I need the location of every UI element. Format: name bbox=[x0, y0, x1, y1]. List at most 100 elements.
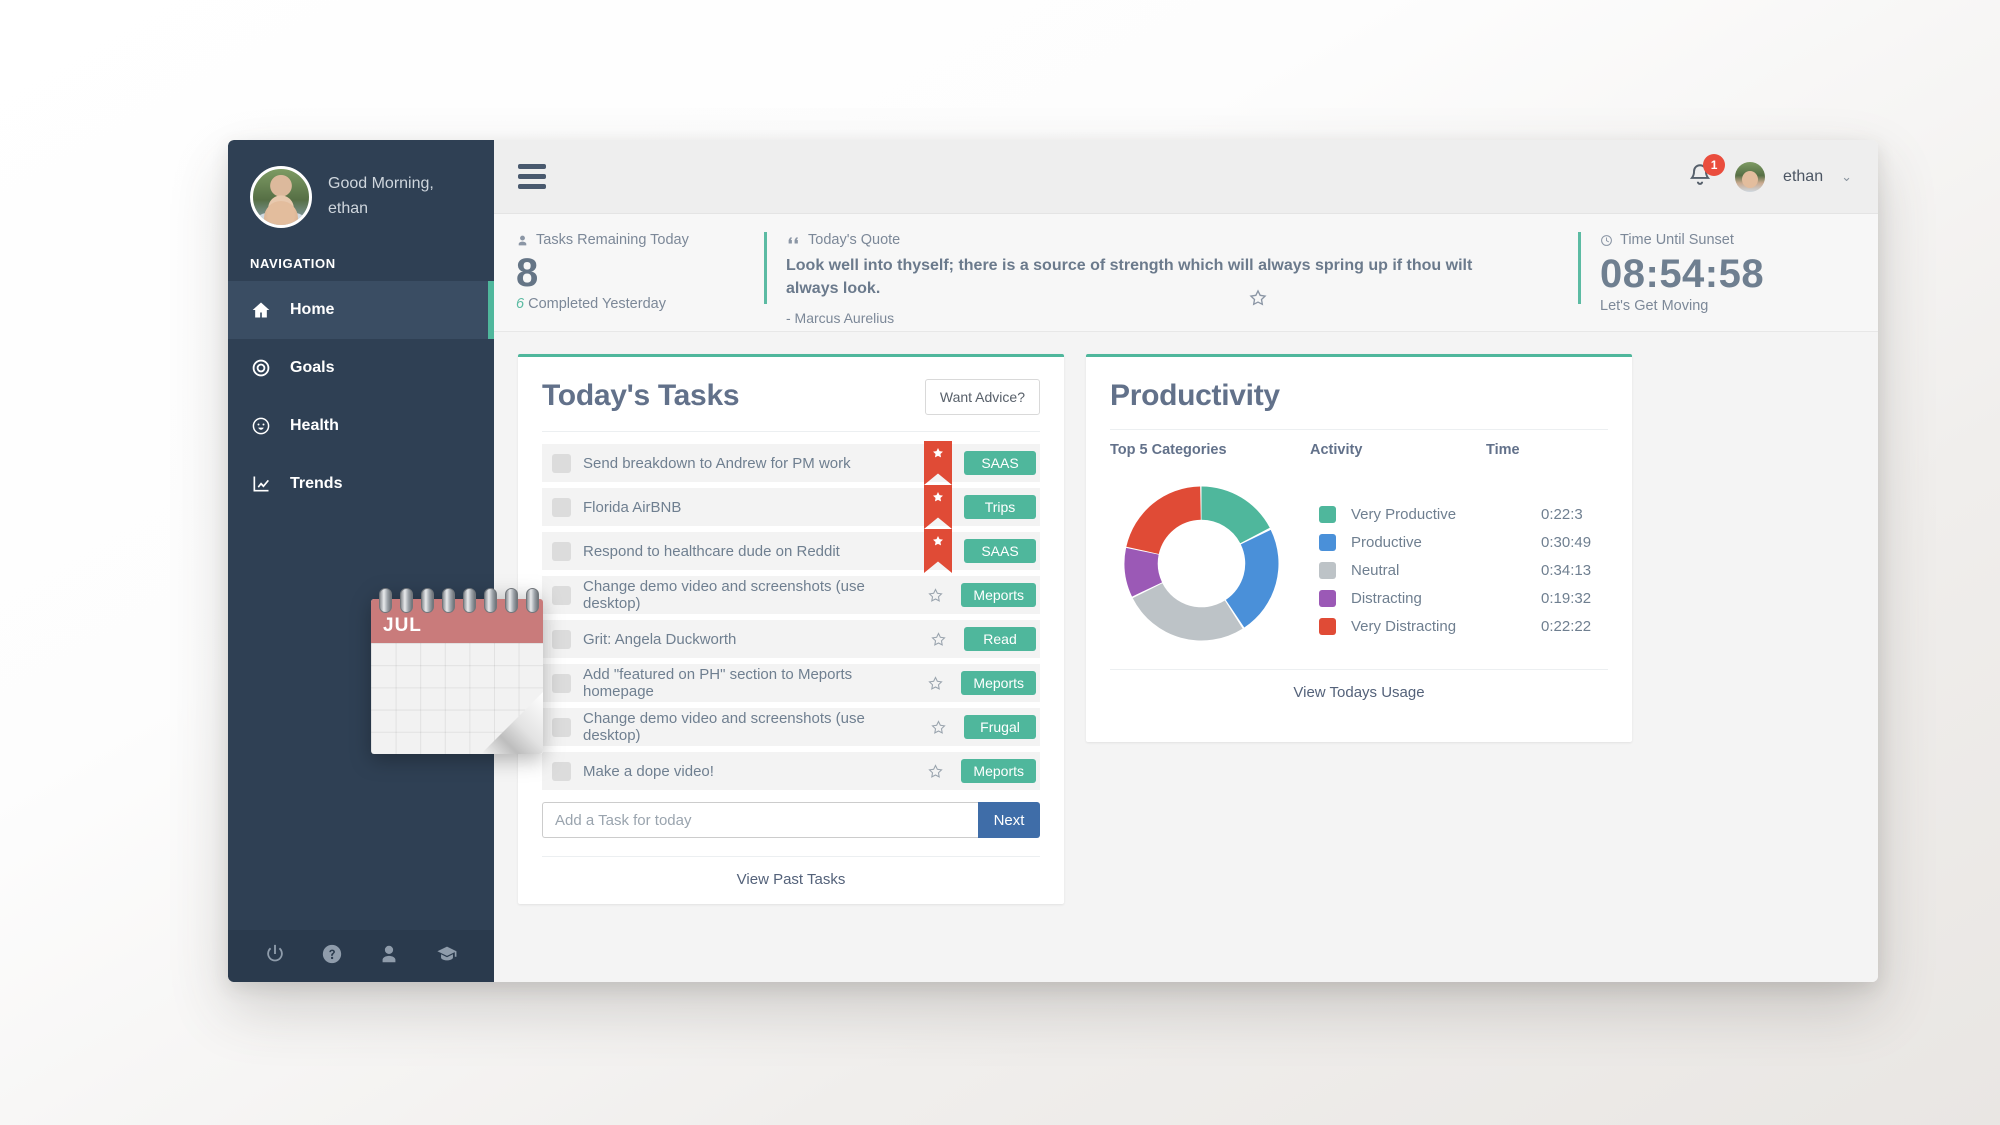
calendar-icon: JUL bbox=[371, 588, 543, 754]
flag-star-icon[interactable] bbox=[924, 529, 952, 573]
chart-icon bbox=[250, 473, 272, 495]
table-row[interactable]: Change demo video and screenshots (use d… bbox=[542, 576, 1040, 614]
task-label: Add "featured on PH" section to Meports … bbox=[583, 666, 853, 700]
legend-label: Neutral bbox=[1351, 561, 1400, 579]
productivity-card: Productivity Top 5 Categories Activity T… bbox=[1086, 354, 1632, 742]
stat-label: Tasks Remaining Today bbox=[516, 232, 742, 248]
task-tag[interactable]: Trips bbox=[964, 495, 1036, 519]
table-row[interactable]: Make a dope video! Meports bbox=[542, 752, 1040, 790]
star-outline-icon[interactable] bbox=[924, 719, 952, 736]
add-task-row: Next bbox=[542, 802, 1040, 838]
notifications-button[interactable]: 1 bbox=[1687, 153, 1726, 193]
star-outline-icon[interactable] bbox=[921, 587, 949, 604]
legend-label: Distracting bbox=[1351, 589, 1422, 607]
sidebar-footer bbox=[228, 930, 494, 982]
task-tag[interactable]: Read bbox=[964, 627, 1036, 651]
task-checkbox[interactable] bbox=[552, 673, 571, 693]
quote-label: Today's Quote bbox=[786, 232, 1556, 248]
productivity-columns: Top 5 Categories Activity Time bbox=[1110, 442, 1608, 458]
task-checkbox[interactable] bbox=[552, 717, 571, 737]
sunset-countdown: 08:54:58 bbox=[1600, 252, 1765, 296]
nav-section-title: NAVIGATION bbox=[250, 256, 336, 271]
user-icon[interactable] bbox=[378, 943, 400, 970]
sidebar-item-label: Goals bbox=[290, 359, 335, 376]
table-row[interactable]: Florida AirBNB Trips bbox=[542, 485, 1040, 529]
completed-label: Completed Yesterday bbox=[528, 296, 666, 312]
chart-legend: Very Productive 0:22:3 Productive 0:30:4… bbox=[1319, 500, 1608, 640]
divider bbox=[542, 431, 1040, 432]
sidebar: Good Morning, ethan NAVIGATION Home Goal… bbox=[228, 140, 494, 982]
stat-sunset: Time Until Sunset 08:54:58 Let's Get Mov… bbox=[1578, 214, 1878, 331]
table-row[interactable]: Change demo video and screenshots (use d… bbox=[542, 708, 1040, 746]
power-icon[interactable] bbox=[264, 943, 286, 970]
table-row[interactable]: Respond to healthcare dude on Reddit SAA… bbox=[542, 529, 1040, 573]
completed-count: 6 bbox=[516, 296, 525, 312]
sidebar-item-health[interactable]: Health bbox=[228, 397, 494, 455]
legend-swatch bbox=[1319, 505, 1336, 523]
view-past-tasks-link[interactable]: View Past Tasks bbox=[542, 856, 1040, 904]
stats-strip: Tasks Remaining Today 8 6 Completed Yest… bbox=[494, 214, 1878, 332]
legend-swatch bbox=[1319, 589, 1336, 607]
legend-time: 0:19:32 bbox=[1541, 589, 1592, 607]
task-checkbox[interactable] bbox=[552, 497, 571, 517]
task-tag[interactable]: Meports bbox=[961, 671, 1036, 695]
task-label: Send breakdown to Andrew for PM work bbox=[583, 454, 851, 472]
legend-swatch bbox=[1319, 561, 1336, 579]
star-outline-icon[interactable] bbox=[924, 631, 952, 648]
chevron-down-icon[interactable]: ⌄ bbox=[1841, 169, 1852, 185]
want-advice-button[interactable]: Want Advice? bbox=[924, 379, 1040, 415]
table-row[interactable]: Send breakdown to Andrew for PM work SAA… bbox=[542, 441, 1040, 485]
hamburger-icon[interactable] bbox=[518, 164, 546, 189]
avatar[interactable] bbox=[1735, 161, 1766, 192]
sidebar-item-trends[interactable]: Trends bbox=[228, 455, 494, 513]
page-title: Today's Tasks bbox=[542, 379, 740, 412]
calendar-month-label: JUL bbox=[383, 615, 422, 636]
quote-icon bbox=[788, 237, 799, 243]
favorite-quote-button[interactable] bbox=[1248, 288, 1268, 313]
person-icon bbox=[518, 235, 527, 245]
task-tag[interactable]: Meports bbox=[961, 583, 1036, 607]
next-button[interactable]: Next bbox=[978, 802, 1040, 838]
quote-author: - Marcus Aurelius bbox=[786, 310, 895, 327]
username-label[interactable]: ethan bbox=[1783, 168, 1823, 186]
task-checkbox[interactable] bbox=[552, 629, 571, 649]
sunset-sub: Let's Get Moving bbox=[1600, 298, 1709, 314]
sunset-label: Time Until Sunset bbox=[1600, 232, 1856, 248]
sidebar-item-goals[interactable]: Goals bbox=[228, 339, 494, 397]
legend-time: 0:30:49 bbox=[1541, 533, 1592, 551]
page-background: Good Morning, ethan NAVIGATION Home Goal… bbox=[0, 0, 2000, 1125]
task-label: Make a dope video! bbox=[583, 762, 714, 780]
topbar: 1 ethan ⌄ bbox=[494, 140, 1878, 214]
add-task-input[interactable] bbox=[542, 802, 978, 838]
task-checkbox[interactable] bbox=[552, 761, 571, 781]
task-label: Change demo video and screenshots (use d… bbox=[583, 710, 865, 744]
table-row[interactable]: Add "featured on PH" section to Meports … bbox=[542, 664, 1040, 702]
divider bbox=[1110, 429, 1608, 430]
task-checkbox[interactable] bbox=[552, 585, 571, 605]
task-checkbox[interactable] bbox=[552, 453, 571, 473]
target-icon bbox=[250, 357, 272, 379]
task-tag[interactable]: Frugal bbox=[964, 715, 1036, 739]
greeting: Good Morning, ethan bbox=[328, 172, 434, 222]
star-outline-icon[interactable] bbox=[921, 675, 949, 692]
task-tag[interactable]: SAAS bbox=[964, 451, 1036, 475]
tasks-remaining-value: 8 bbox=[516, 251, 539, 295]
legend-label: Very Productive bbox=[1351, 505, 1457, 523]
task-checkbox[interactable] bbox=[552, 541, 571, 561]
task-tag[interactable]: SAAS bbox=[964, 539, 1036, 563]
legend-swatch bbox=[1319, 617, 1336, 635]
view-todays-usage-link[interactable]: View Todays Usage bbox=[1110, 669, 1608, 717]
star-outline-icon[interactable] bbox=[921, 763, 949, 780]
completed-yesterday: 6 Completed Yesterday bbox=[516, 296, 742, 312]
help-icon[interactable] bbox=[321, 943, 343, 970]
column-header-time: Time bbox=[1486, 442, 1520, 458]
table-row[interactable]: Grit: Angela Duckworth Read bbox=[542, 620, 1040, 658]
legend-time: 0:22:3 bbox=[1541, 505, 1583, 523]
greeting-line1: Good Morning, bbox=[328, 175, 434, 193]
flag-star-icon[interactable] bbox=[924, 441, 952, 485]
sidebar-item-home[interactable]: Home bbox=[228, 281, 494, 339]
task-tag[interactable]: Meports bbox=[961, 759, 1036, 783]
graduation-cap-icon[interactable] bbox=[435, 943, 459, 970]
flag-star-icon[interactable] bbox=[924, 485, 952, 529]
bell-icon bbox=[1687, 163, 1713, 193]
